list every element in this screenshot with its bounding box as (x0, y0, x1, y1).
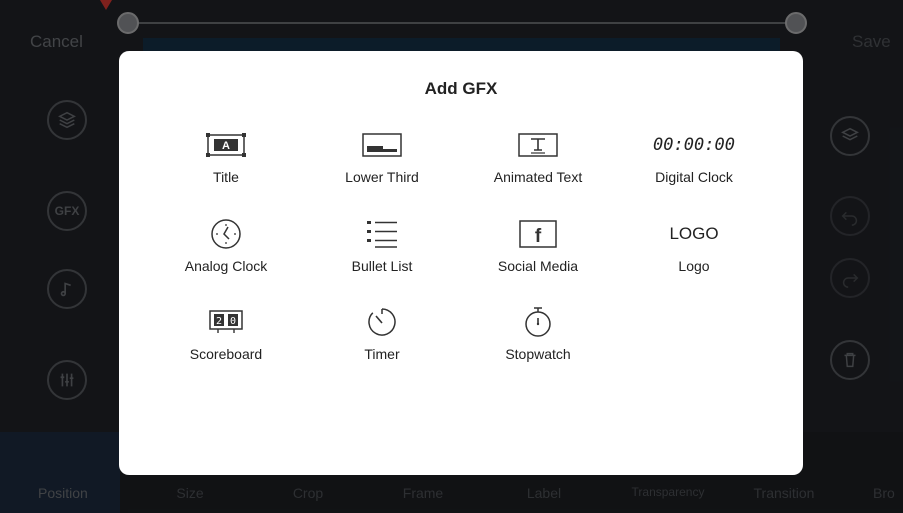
gfx-item-bullet-list[interactable]: Bullet List (307, 216, 457, 296)
logo-icon-text: LOGO (669, 224, 719, 243)
gfx-label-digital-clock: Digital Clock (655, 169, 733, 185)
gfx-item-title[interactable]: A Title (151, 127, 301, 207)
gfx-label-stopwatch: Stopwatch (505, 346, 571, 362)
scoreboard-icon: 2 0 (206, 304, 246, 340)
gfx-label-lower-third: Lower Third (345, 169, 419, 185)
lower-third-icon (361, 127, 403, 163)
gfx-item-logo[interactable]: LOGO Logo (619, 216, 769, 296)
svg-text:0: 0 (230, 316, 236, 327)
gfx-item-digital-clock[interactable]: 00:00:00 Digital Clock (619, 127, 769, 207)
gfx-label-timer: Timer (364, 346, 400, 362)
svg-text:f: f (535, 226, 542, 247)
gfx-label-analog-clock: Analog Clock (184, 258, 268, 274)
gfx-label-logo: Logo (678, 258, 710, 274)
analog-clock-icon (209, 216, 243, 252)
gfx-item-animated-text[interactable]: Animated Text (463, 127, 613, 207)
digital-clock-icon-text: 00:00:00 (653, 135, 735, 155)
digital-clock-icon: 00:00:00 (653, 127, 735, 163)
svg-text:A: A (222, 140, 230, 152)
gfx-item-scoreboard[interactable]: 2 0 Scoreboard (151, 304, 301, 384)
timer-icon (365, 304, 399, 340)
gfx-label-social-media: Social Media (497, 258, 579, 274)
title-icon: A (205, 127, 247, 163)
gfx-item-social-media[interactable]: f Social Media (463, 216, 613, 296)
social-media-icon: f (518, 216, 558, 252)
gfx-item-stopwatch[interactable]: Stopwatch (463, 304, 613, 384)
bullet-list-icon (364, 216, 400, 252)
logo-icon: LOGO (669, 216, 718, 252)
svg-text:2: 2 (216, 316, 222, 327)
dialog-title: Add GFX (424, 79, 498, 98)
add-gfx-dialog: Add GFX A Title Lower Third Animated Tex… (119, 51, 803, 475)
gfx-label-bullet-list: Bullet List (351, 258, 413, 274)
gfx-label-title: Title (213, 169, 239, 185)
gfx-item-lower-third[interactable]: Lower Third (307, 127, 457, 207)
stopwatch-icon (521, 304, 555, 340)
gfx-label-animated-text: Animated Text (493, 169, 583, 185)
gfx-label-scoreboard: Scoreboard (189, 346, 263, 362)
gfx-item-timer[interactable]: Timer (307, 304, 457, 384)
animated-text-icon (517, 127, 559, 163)
gfx-item-analog-clock[interactable]: Analog Clock (151, 216, 301, 296)
